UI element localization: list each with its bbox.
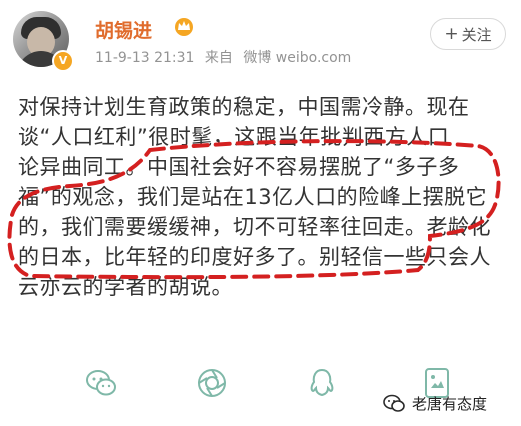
wechat-official-account-icon [383, 394, 405, 412]
post-line: 谈“人口红利”很时髦，这跟当年批判西方人口 [18, 125, 450, 149]
source-prefix: 来自 [204, 50, 233, 66]
follow-button[interactable]: + 关注 [430, 18, 506, 50]
crown-icon [175, 18, 193, 36]
qq-icon[interactable] [305, 366, 339, 400]
post-line: 的，我们需要缓缓神，切不可轻率往回走。老龄化 [18, 215, 491, 239]
post-line: 论异曲同工。中国社会好不容易摆脱了“多子多 [18, 155, 460, 179]
post-line: 福”的观念，我们是站在13亿人口的险峰上摆脱它 [18, 185, 488, 209]
post-meta: 11-9-13 21:31 来自 微博 weibo.com [95, 47, 357, 67]
moments-icon[interactable] [195, 366, 229, 400]
watermark-text: 老唐有态度 [412, 394, 488, 413]
post-line: 的日本，比年轻的印度好多了。别轻信一些只会人 [18, 245, 491, 269]
post-line: 云亦云的学者的胡说。 [18, 275, 233, 299]
author-name[interactable]: 胡锡进 [95, 16, 152, 43]
follow-label: 关注 [461, 25, 492, 44]
plus-icon: + [444, 24, 459, 44]
post-text: 对保持计划生育政策的稳定，中国需冷静。现在 谈“人口红利”很时髦，这跟当年批判西… [18, 92, 508, 302]
post-source[interactable]: 微博 weibo.com [243, 50, 351, 66]
watermark: 老唐有态度 [382, 392, 487, 414]
post-line: 对保持计划生育政策的稳定，中国需冷静。现在 [18, 95, 470, 119]
verified-badge-icon: V [52, 50, 74, 72]
post-timestamp: 11-9-13 21:31 [95, 50, 195, 66]
wechat-icon[interactable] [84, 366, 118, 400]
